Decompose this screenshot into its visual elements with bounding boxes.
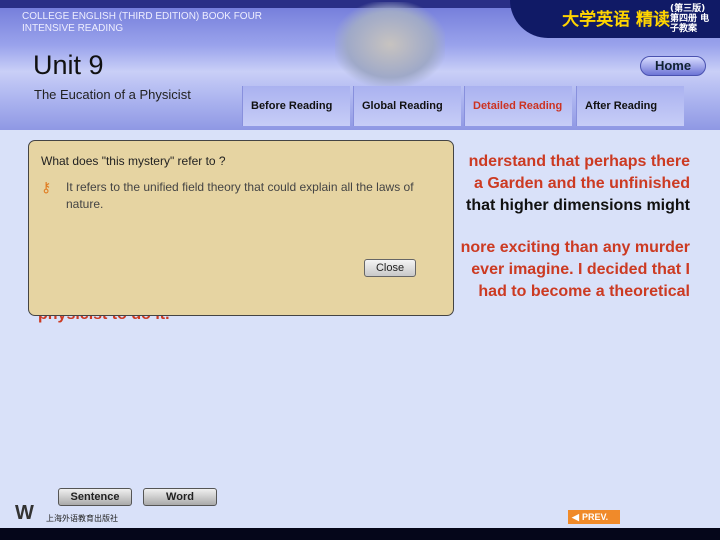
tab-before-reading[interactable]: Before Reading — [242, 86, 350, 126]
unit-subtitle: The Eucation of a Physicist — [34, 87, 191, 102]
tab-after-reading[interactable]: After Reading — [576, 86, 684, 126]
course-line-1: COLLEGE ENGLISH (THIRD EDITION) BOOK FOU… — [22, 11, 263, 22]
prev-button[interactable]: ◀ PREV. — [568, 510, 620, 524]
key-icon: ⚷ — [41, 179, 52, 195]
publisher-name: 上海外语教育出版社 — [46, 514, 118, 523]
popup-question: What does "this mystery" refer to ? — [41, 154, 226, 168]
footer-bar — [0, 528, 720, 540]
answer-popup: What does "this mystery" refer to ? ⚷ It… — [28, 140, 454, 316]
tab-detailed-reading[interactable]: Detailed Reading — [464, 86, 572, 126]
sentence-button[interactable]: Sentence — [58, 488, 132, 506]
brand-sub: (第三版) 第四册 电子教案 — [670, 4, 710, 34]
course-line-2: INTENSIVE READING — [22, 23, 124, 34]
word-button[interactable]: Word — [143, 488, 217, 506]
home-button[interactable]: Home — [640, 56, 706, 76]
publisher-logo: W — [15, 502, 34, 524]
brand-title: 大学英语 精读 — [562, 10, 670, 30]
close-button[interactable]: Close — [364, 259, 416, 277]
tab-global-reading[interactable]: Global Reading — [353, 86, 461, 126]
unit-title: Unit 9 — [33, 50, 104, 80]
prev-arrow-icon: ◀ — [572, 512, 579, 522]
header-image — [335, 2, 445, 87]
course-title: COLLEGE ENGLISH (THIRD EDITION) BOOK FOU… — [22, 11, 262, 35]
prev-label: PREV. — [582, 512, 609, 522]
popup-answer: It refers to the unified field theory th… — [66, 180, 414, 211]
header: COLLEGE ENGLISH (THIRD EDITION) BOOK FOU… — [0, 0, 720, 130]
